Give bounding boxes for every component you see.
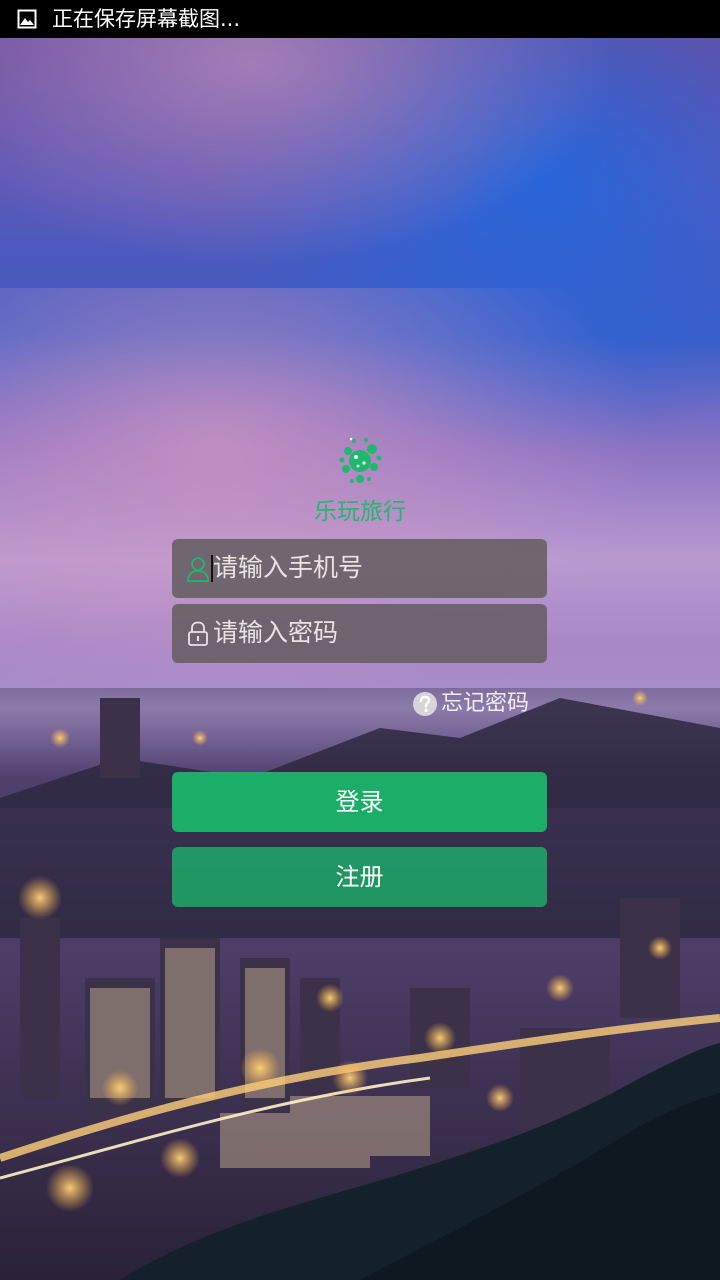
password-placeholder: 请输入密码 [213,618,339,647]
register-button[interactable]: 注册 [172,847,547,907]
app-logo-icon [339,437,382,483]
lock-icon [188,621,208,646]
user-icon [187,557,209,582]
status-bar: 正在保存屏幕截图... [0,0,720,38]
password-input[interactable]: 请输入密码 [172,604,547,663]
app-name: 乐玩旅行 [314,499,406,525]
login-screen: 正在保存屏幕截图... 乐玩旅行 请输入手机号 请输入密码 忘记密码 登录 注册 [0,0,720,1280]
login-button[interactable]: 登录 [172,772,547,832]
phone-placeholder: 请输入手机号 [213,553,364,582]
question-icon [413,692,437,716]
image-icon [17,9,37,29]
forgot-password-label: 忘记密码 [441,691,530,716]
status-text: 正在保存屏幕截图... [52,7,241,31]
phone-input[interactable]: 请输入手机号 [172,539,547,598]
